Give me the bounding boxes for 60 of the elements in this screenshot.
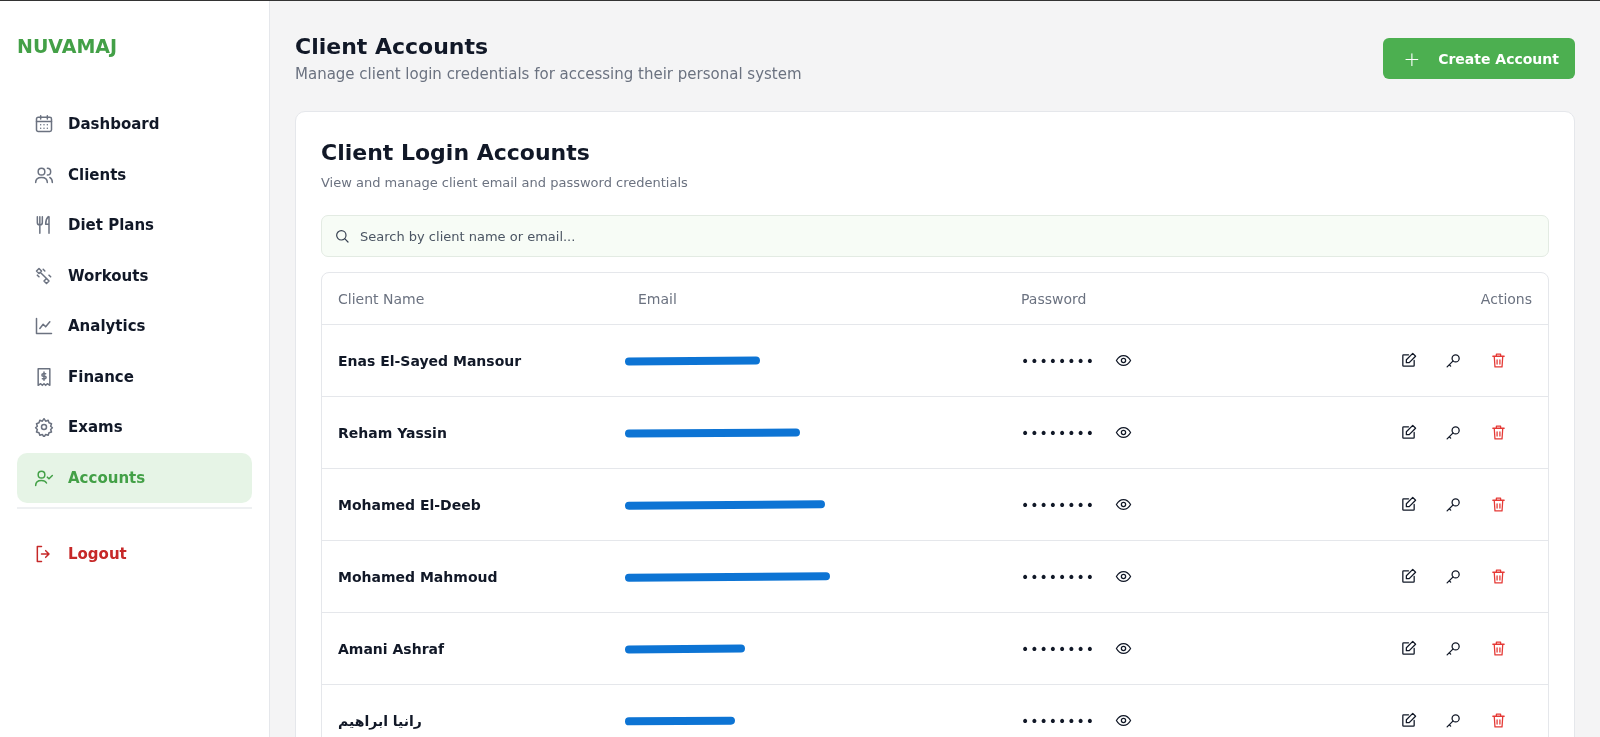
sidebar-item[interactable]: Workouts bbox=[17, 250, 252, 301]
key-icon bbox=[1445, 712, 1462, 729]
sidebar-item[interactable]: Clients bbox=[17, 149, 252, 200]
masked-password: •••••••• bbox=[1021, 640, 1096, 657]
client-name: Enas El-Sayed Mansour bbox=[338, 352, 523, 369]
trash-icon bbox=[1490, 424, 1507, 441]
calendar-icon bbox=[34, 114, 54, 135]
sidebar-item[interactable]: Analytics bbox=[17, 301, 252, 352]
column-header: Actions bbox=[1480, 290, 1532, 307]
sidebar-item[interactable]: Finance bbox=[17, 351, 252, 402]
masked-password: •••••••• bbox=[1021, 568, 1096, 585]
trash-icon bbox=[1490, 568, 1507, 585]
card-subtitle: View and manage client email and password credentials bbox=[321, 175, 688, 190]
column-header: Client Name bbox=[338, 290, 426, 307]
receipt-icon bbox=[34, 366, 54, 387]
client-name: Mohamed Mahmoud bbox=[338, 568, 499, 585]
sidebar-item[interactable]: Diet Plans bbox=[17, 200, 252, 251]
chart-icon bbox=[34, 316, 54, 337]
key-icon bbox=[1445, 640, 1462, 657]
eye-icon bbox=[1115, 424, 1133, 441]
page-title: Client Accounts bbox=[295, 34, 490, 59]
edit-icon bbox=[1400, 496, 1417, 513]
eye-icon bbox=[1115, 640, 1133, 657]
trash-icon bbox=[1490, 640, 1507, 657]
masked-password: •••••••• bbox=[1021, 496, 1096, 513]
eye-icon bbox=[1115, 496, 1133, 513]
eye-icon bbox=[1115, 568, 1133, 585]
edit-icon bbox=[1400, 568, 1417, 585]
key-icon bbox=[1445, 352, 1462, 369]
client-name: Mohamed El-Deeb bbox=[338, 496, 482, 513]
client-name: Reham Yassin bbox=[338, 424, 448, 441]
masked-password: •••••••• bbox=[1021, 712, 1096, 729]
app-logo: NUVAMAJ bbox=[17, 35, 118, 57]
logout-button[interactable]: Logout bbox=[17, 529, 252, 580]
eye-icon bbox=[1115, 712, 1133, 729]
masked-password: •••••••• bbox=[1021, 424, 1096, 441]
column-header: Password bbox=[1021, 290, 1088, 307]
page-subtitle: Manage client login credentials for accessing their personal system bbox=[295, 65, 802, 83]
search-icon bbox=[334, 228, 350, 244]
key-icon bbox=[1445, 424, 1462, 441]
dumbbell-icon bbox=[34, 265, 54, 286]
card-title: Client Login Accounts bbox=[321, 140, 591, 165]
trash-icon bbox=[1490, 712, 1507, 729]
edit-icon bbox=[1400, 640, 1417, 657]
column-header: Email bbox=[638, 290, 678, 307]
client-name: رانيا ابراهيم bbox=[338, 712, 423, 729]
sidebar-item[interactable]: Exams bbox=[17, 402, 252, 453]
edit-icon bbox=[1400, 424, 1417, 441]
client-name: Amani Ashraf bbox=[338, 640, 446, 657]
settings-icon bbox=[34, 417, 54, 438]
key-icon bbox=[1445, 568, 1462, 585]
search-field[interactable]: Search by client name or email... bbox=[321, 215, 1549, 257]
trash-icon bbox=[1490, 352, 1507, 369]
key-icon bbox=[1445, 496, 1462, 513]
edit-icon bbox=[1400, 352, 1417, 369]
edit-icon bbox=[1400, 712, 1417, 729]
trash-icon bbox=[1490, 496, 1507, 513]
eye-icon bbox=[1115, 352, 1133, 369]
masked-password: •••••••• bbox=[1021, 352, 1096, 369]
sidebar-item[interactable]: Dashboard bbox=[17, 99, 252, 150]
